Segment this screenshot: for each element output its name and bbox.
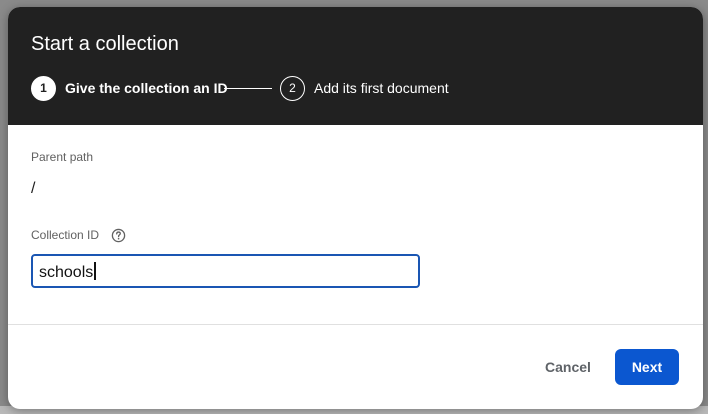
cancel-button[interactable]: Cancel <box>533 350 603 384</box>
collection-id-input-value: schools <box>39 262 97 282</box>
text-caret <box>94 262 97 280</box>
step-connector <box>224 88 272 89</box>
footer-divider <box>8 324 703 325</box>
collection-id-label: Collection ID <box>31 228 100 242</box>
next-button[interactable]: Next <box>615 349 679 385</box>
step-1-indicator: 1 <box>31 76 56 101</box>
step-2-label: Add its first document <box>314 80 449 96</box>
parent-path-value: / <box>31 180 36 197</box>
stepper: 1 Give the collection an ID 2 Add its fi… <box>31 76 631 101</box>
collection-id-input[interactable]: schools <box>31 254 420 288</box>
dialog-header: Start a collection 1 Give the collection… <box>8 7 703 125</box>
step-1-label: Give the collection an ID <box>65 80 228 96</box>
start-collection-dialog: Start a collection 1 Give the collection… <box>8 7 703 409</box>
dialog-title: Start a collection <box>31 33 179 55</box>
help-circle-icon[interactable] <box>111 228 126 243</box>
step-2-indicator: 2 <box>280 76 305 101</box>
parent-path-label: Parent path <box>31 150 94 164</box>
